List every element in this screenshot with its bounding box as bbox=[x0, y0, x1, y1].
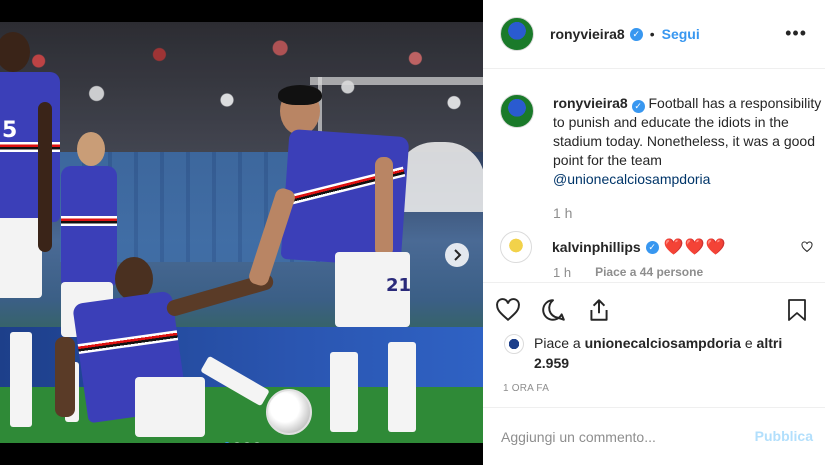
stadium-railing bbox=[310, 77, 483, 85]
liker-avatar[interactable] bbox=[504, 334, 524, 354]
player-standing: 21 bbox=[247, 85, 430, 437]
add-comment-bar: Pubblica bbox=[483, 407, 825, 465]
comment-item: kalvinphillips ✓ ❤️❤️❤️ bbox=[500, 231, 726, 263]
soccer-ball bbox=[266, 389, 312, 435]
post-photo[interactable]: 5 21 bbox=[0, 22, 483, 443]
caption-mention-link[interactable]: @unionecalciosampdoria bbox=[553, 171, 710, 187]
carousel-dot bbox=[243, 442, 250, 443]
comment-like-heart-icon[interactable] bbox=[801, 241, 813, 253]
commenter-avatar[interactable] bbox=[500, 231, 532, 263]
carousel-dot bbox=[223, 442, 230, 443]
comment-timestamp[interactable]: 1 h bbox=[553, 265, 571, 280]
follow-button[interactable]: Segui bbox=[662, 26, 700, 42]
add-comment-input[interactable] bbox=[501, 426, 721, 448]
heart-icon[interactable] bbox=[495, 297, 521, 323]
comments-list: ronyvieira8 ✓ Football has a responsibil… bbox=[483, 70, 825, 282]
more-options-icon[interactable]: ••• bbox=[785, 24, 807, 42]
comment-likes[interactable]: Piace a 44 persone bbox=[595, 265, 703, 280]
liked-by-middle: e bbox=[740, 335, 753, 351]
carousel-dot bbox=[233, 442, 240, 443]
verified-badge-icon: ✓ bbox=[629, 27, 643, 41]
caption-author-username[interactable]: ronyvieira8 bbox=[553, 95, 628, 111]
post-header: ronyvieira8 ✓ • Segui ••• bbox=[483, 0, 825, 69]
liked-by-user-link[interactable]: unionecalciosampdoria bbox=[585, 335, 741, 351]
share-icon[interactable] bbox=[586, 297, 612, 323]
carousel-next-button[interactable] bbox=[445, 243, 469, 267]
jersey-number-left: 5 bbox=[2, 118, 18, 143]
jersey-number-right: 21 bbox=[386, 275, 412, 296]
liked-by-summary: Piace a unionecalciosampdoria e altri 2.… bbox=[504, 333, 794, 373]
verified-badge-icon: ✓ bbox=[631, 100, 645, 113]
caption-timestamp[interactable]: 1 h bbox=[553, 205, 572, 221]
carousel-indicator bbox=[0, 442, 483, 443]
comment-bubble-icon[interactable] bbox=[540, 297, 566, 323]
comment-meta: 1 h Piace a 44 persone bbox=[553, 265, 703, 280]
post-sidebar: ronyvieira8 ✓ • Segui ••• ronyvieira8 ✓ … bbox=[483, 0, 825, 465]
verified-badge-icon: ✓ bbox=[645, 240, 659, 254]
caption-author-avatar[interactable] bbox=[500, 94, 534, 128]
author-avatar[interactable] bbox=[500, 17, 534, 51]
post-date[interactable]: 1 ORA FA bbox=[503, 383, 549, 394]
chevron-right-icon bbox=[454, 249, 462, 261]
post-caption: ronyvieira8 ✓ Football has a responsibil… bbox=[500, 94, 823, 189]
publish-button[interactable]: Pubblica bbox=[755, 428, 813, 444]
carousel-dot bbox=[253, 442, 260, 443]
separator-dot: • bbox=[649, 26, 655, 42]
commenter-username[interactable]: kalvinphillips bbox=[552, 239, 641, 255]
comment-text: ❤️❤️❤️ bbox=[663, 239, 727, 256]
bookmark-icon[interactable] bbox=[785, 297, 809, 323]
author-username[interactable]: ronyvieira8 bbox=[550, 26, 625, 42]
post-actions-bar bbox=[483, 282, 825, 330]
liked-by-prefix: Piace a bbox=[534, 335, 585, 351]
